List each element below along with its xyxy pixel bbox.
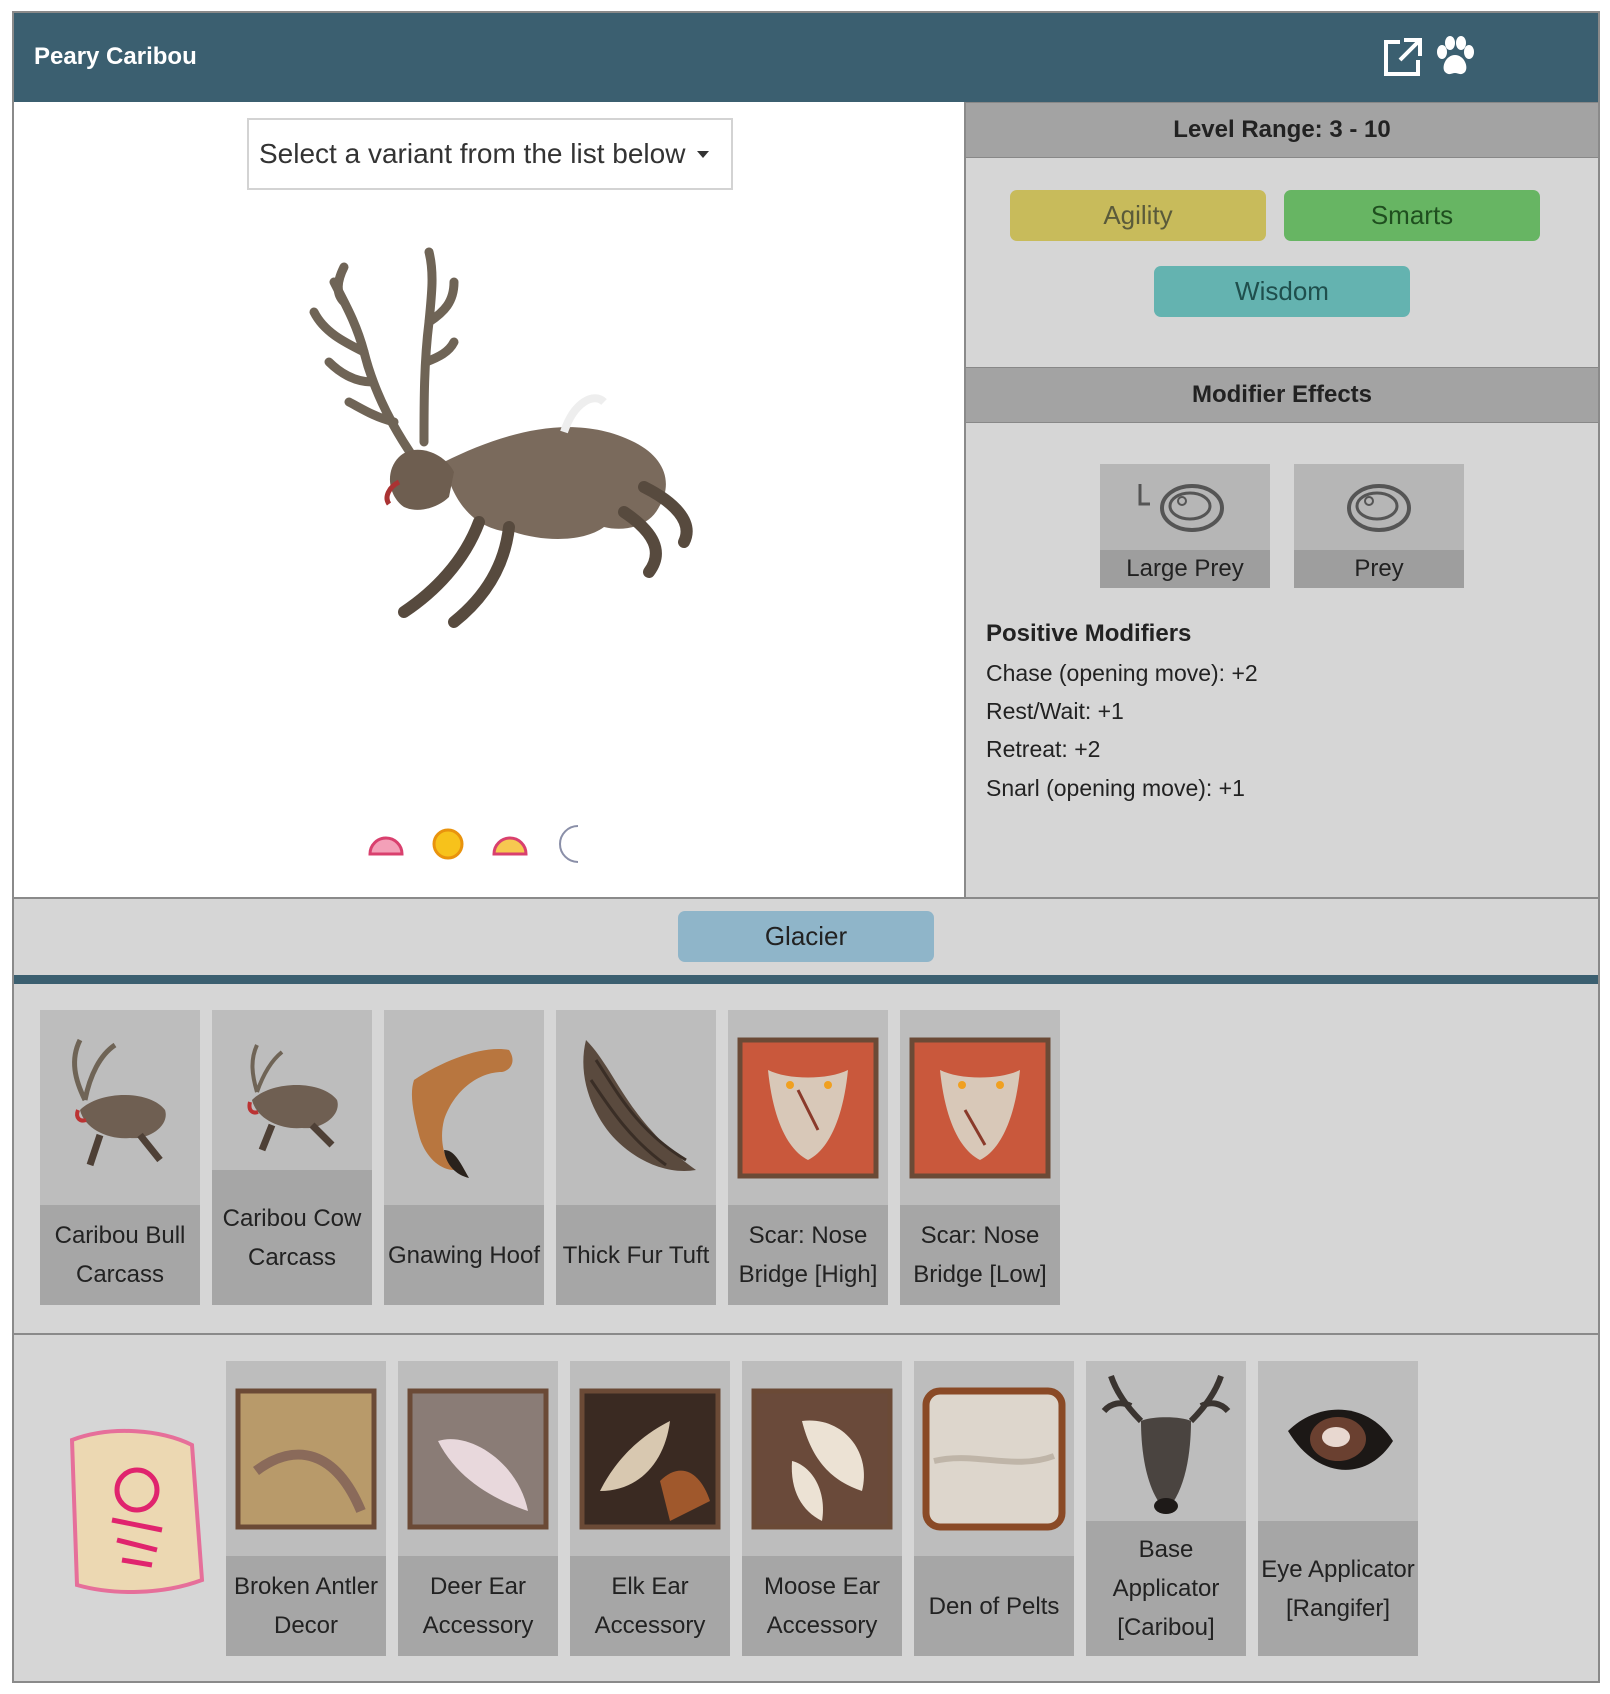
drop-item-label: Gnawing Hoof — [384, 1205, 544, 1305]
drop-item[interactable]: Thick Fur Tuft — [556, 1010, 716, 1305]
reward-item[interactable]: Moose Ear Accessory — [742, 1361, 902, 1656]
reward-item-label: Deer Ear Accessory — [398, 1556, 558, 1656]
caribou-image — [309, 247, 693, 628]
dusk-icon — [488, 822, 532, 866]
habitat-row: Glacier — [14, 899, 1598, 975]
modifier-line: Snarl (opening move): +1 — [986, 775, 1245, 801]
creature-title: Peary Caribou — [34, 43, 197, 70]
stat-agility: Agility — [1010, 190, 1266, 241]
modifier-effects-bar: Modifier Effects — [966, 367, 1598, 423]
day-icon — [426, 822, 470, 866]
night-icon — [550, 822, 594, 866]
den-of-pelts-icon — [914, 1361, 1074, 1556]
reward-item[interactable]: Deer Ear Accessory — [398, 1361, 558, 1656]
moose-ear-icon — [742, 1361, 902, 1556]
drop-item[interactable]: Scar: Nose Bridge [Low] — [900, 1010, 1060, 1305]
reward-item-label: Broken Antler Decor — [226, 1556, 386, 1656]
positive-modifiers-heading: Positive Modifiers — [986, 620, 1192, 647]
reward-item-label: Moose Ear Accessory — [742, 1556, 902, 1656]
fur-tuft-icon — [556, 1010, 716, 1205]
drop-item[interactable]: Caribou Cow Carcass — [212, 1010, 372, 1305]
reward-item[interactable]: Den of Pelts — [914, 1361, 1074, 1656]
scar-high-icon — [728, 1010, 888, 1205]
modifier-large-prey-label: Large Prey — [1100, 550, 1270, 588]
modifier-line: Retreat: +2 — [986, 736, 1101, 762]
reward-item-label: Eye Applicator [Rangifer] — [1258, 1521, 1418, 1656]
dawn-icon — [364, 822, 408, 866]
reward-item[interactable]: Elk Ear Accessory — [570, 1361, 730, 1656]
drop-item-label: Scar: Nose Bridge [Low] — [900, 1205, 1060, 1305]
modifier-prey-label: Prey — [1294, 550, 1464, 588]
reward-item[interactable]: Base Applicator [Caribou] — [1086, 1361, 1246, 1656]
reward-item[interactable]: Broken Antler Decor — [226, 1361, 386, 1656]
scroll-icon — [69, 1428, 205, 1594]
stat-wisdom: Wisdom — [1154, 266, 1410, 317]
paw-icon[interactable] — [1432, 34, 1478, 80]
drop-item[interactable]: Caribou Bull Carcass — [40, 1010, 200, 1305]
habitat-glacier[interactable]: Glacier — [678, 911, 934, 962]
reward-item-label: Den of Pelts — [914, 1556, 1074, 1656]
drop-item-label: Thick Fur Tuft — [556, 1205, 716, 1305]
caret-down-icon — [697, 150, 710, 158]
deer-ear-icon — [398, 1361, 558, 1556]
modifier-line: Chase (opening move): +2 — [986, 660, 1258, 686]
modifier-large-prey[interactable]: Large Prey — [1100, 464, 1270, 588]
external-link-icon[interactable] — [1380, 34, 1426, 80]
scar-low-icon — [900, 1010, 1060, 1205]
modifier-prey[interactable]: Prey — [1294, 464, 1464, 588]
drop-item-label: Scar: Nose Bridge [High] — [728, 1205, 888, 1305]
gnawing-hoof-icon — [384, 1010, 544, 1205]
stats-pane: Level Range: 3 - 10 Agility Smarts Wisdo… — [966, 102, 1598, 899]
card-header: Peary Caribou — [14, 13, 1598, 102]
modifier-line: Rest/Wait: +1 — [986, 698, 1124, 724]
drops-row: Caribou Bull Carcass Caribou Cow Carcass… — [14, 984, 1598, 1335]
creature-card: Peary Caribou Select a variant from the … — [12, 11, 1600, 1683]
drop-item-label: Caribou Cow Carcass — [212, 1170, 372, 1305]
reward-item-label: Base Applicator [Caribou] — [1086, 1521, 1246, 1656]
caribou-bull-carcass-icon — [40, 1010, 200, 1205]
drop-item[interactable]: Scar: Nose Bridge [High] — [728, 1010, 888, 1305]
broken-antler-icon — [226, 1361, 386, 1556]
level-range-bar: Level Range: 3 - 10 — [966, 102, 1598, 158]
stat-smarts: Smarts — [1284, 190, 1540, 241]
drop-item-label: Caribou Bull Carcass — [40, 1205, 200, 1305]
prey-icon — [1294, 464, 1464, 550]
large-prey-icon — [1100, 464, 1270, 550]
reward-item[interactable]: Eye Applicator [Rangifer] — [1258, 1361, 1418, 1656]
variant-dropdown[interactable]: Select a variant from the list below — [247, 118, 733, 190]
creature-image-pane: Select a variant from the list below — [14, 102, 966, 899]
variant-dropdown-label: Select a variant from the list below — [259, 138, 686, 169]
drop-item[interactable]: Gnawing Hoof — [384, 1010, 544, 1305]
reward-item-label: Elk Ear Accessory — [570, 1556, 730, 1656]
rewards-row: Broken Antler Decor Deer Ear Accessory E… — [14, 1335, 1598, 1683]
section-divider — [14, 975, 1598, 984]
elk-ear-icon — [570, 1361, 730, 1556]
